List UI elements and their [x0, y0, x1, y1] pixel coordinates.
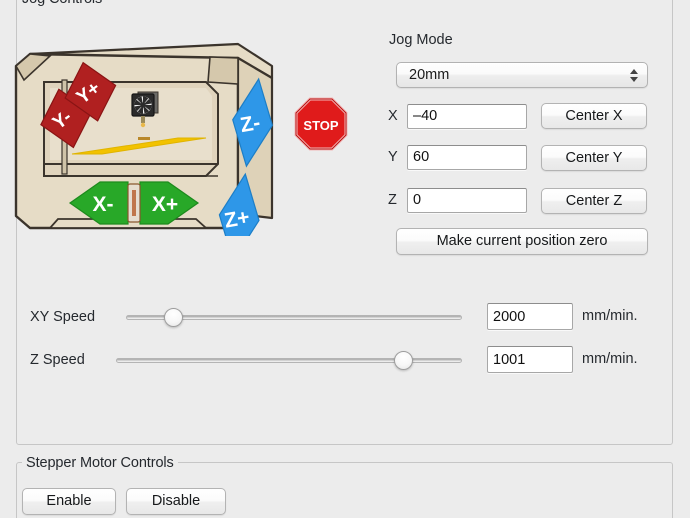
xy-speed-label: XY Speed — [30, 309, 96, 325]
jog-label-x-minus: X- — [93, 193, 114, 216]
chevron-updown-icon — [628, 66, 639, 84]
axis-row-z: Z — [388, 187, 527, 213]
xy-speed-slider[interactable] — [126, 303, 462, 331]
center-z-button[interactable]: Center Z — [541, 188, 647, 214]
z-speed-slider-thumb[interactable] — [394, 351, 413, 370]
axis-label-y: Y — [388, 149, 398, 165]
center-y-button[interactable]: Center Y — [541, 145, 647, 171]
z-speed-input[interactable] — [487, 346, 573, 373]
stop-label: STOP — [303, 118, 338, 133]
x-position-input[interactable] — [407, 103, 527, 129]
z-speed-unit: mm/min. — [582, 351, 638, 367]
jog-controls-title: Jog Controls — [18, 0, 107, 7]
disable-steppers-button[interactable]: Disable — [126, 488, 226, 515]
axis-row-y: Y — [388, 144, 527, 170]
stop-button[interactable]: STOP — [294, 97, 348, 151]
z-speed-slider[interactable] — [116, 346, 462, 374]
make-position-zero-button[interactable]: Make current position zero — [396, 228, 648, 255]
z-speed-label: Z Speed — [30, 352, 85, 368]
xy-speed-slider-thumb[interactable] — [164, 308, 183, 327]
axis-label-z: Z — [388, 192, 397, 208]
xy-speed-input[interactable] — [487, 303, 573, 330]
jog-label-z-plus: Z+ — [223, 206, 252, 233]
z-position-input[interactable] — [407, 187, 527, 213]
printer-illustration: Y- Y+ X- X+ Z- Z+ — [10, 36, 280, 236]
xy-speed-unit: mm/min. — [582, 308, 638, 324]
axis-label-x: X — [388, 108, 398, 124]
center-x-button[interactable]: Center X — [541, 103, 647, 129]
axis-row-x: X — [388, 103, 527, 129]
enable-steppers-button[interactable]: Enable — [22, 488, 116, 515]
stepper-motor-title: Stepper Motor Controls — [22, 455, 178, 471]
jog-mode-select[interactable]: 20mm — [396, 62, 648, 88]
printer-svg: Y- Y+ X- X+ Z- Z+ — [14, 42, 274, 236]
jog-mode-label: Jog Mode — [389, 32, 453, 48]
jog-label-x-plus: X+ — [152, 193, 178, 216]
jog-controls-panel: Jog Controls — [0, 0, 690, 518]
jog-mode-value: 20mm — [409, 67, 450, 83]
jog-label-z-minus: Z- — [239, 111, 263, 137]
y-position-input[interactable] — [407, 144, 527, 170]
stop-icon: STOP — [294, 97, 348, 151]
